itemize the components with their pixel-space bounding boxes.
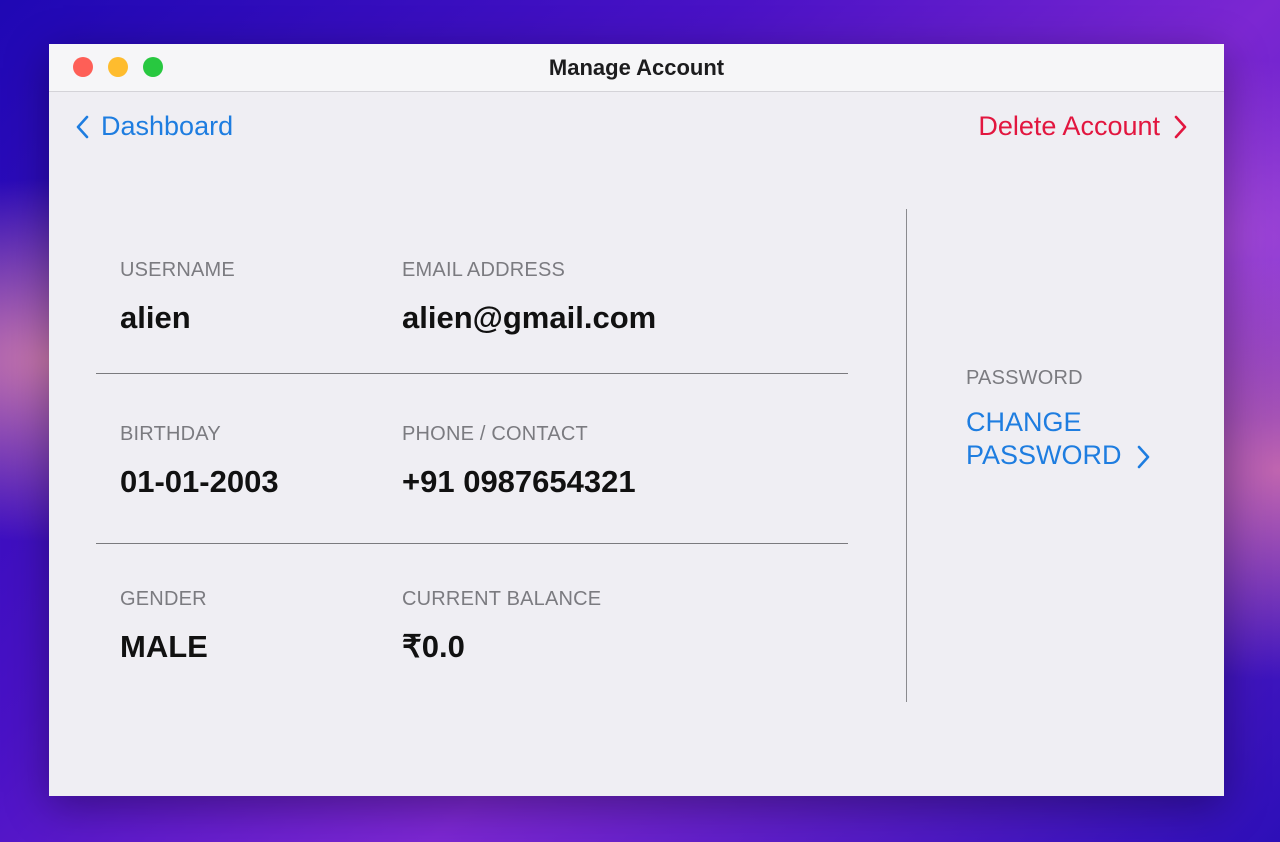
dashboard-back-button[interactable]: Dashboard (71, 111, 233, 142)
dashboard-back-label: Dashboard (101, 111, 234, 141)
email-label: EMAIL ADDRESS (402, 259, 566, 281)
email-value: alien@gmail.com (402, 300, 657, 335)
change-password-button[interactable]: CHANGE PASSWORD (966, 406, 1155, 472)
username-value: alien (120, 300, 191, 335)
balance-value: ₹0.0 (402, 629, 465, 664)
birthday-label: BIRTHDAY (120, 423, 221, 445)
title-bar[interactable]: Manage Account (49, 44, 1224, 92)
chevron-right-icon (1131, 443, 1155, 471)
birthday-value: 01-01-2003 (120, 464, 279, 499)
balance-label: CURRENT BALANCE (402, 588, 602, 610)
delete-account-button[interactable]: Delete Account (978, 111, 1192, 142)
change-password-line1: CHANGE (966, 407, 1082, 437)
chevron-right-icon (1168, 113, 1192, 141)
row-divider (96, 373, 848, 374)
manage-account-window: Manage Account Dashboard Delete Account … (49, 44, 1224, 796)
gender-value: MALE (120, 629, 208, 664)
phone-label: PHONE / CONTACT (402, 423, 588, 445)
change-password-line2: PASSWORD (966, 440, 1122, 470)
phone-value: +91 0987654321 (402, 464, 636, 499)
window-title: Manage Account (548, 55, 725, 80)
gender-label: GENDER (120, 588, 207, 610)
row-divider (96, 543, 848, 544)
column-divider (906, 209, 907, 702)
delete-account-label: Delete Account (978, 111, 1160, 141)
chevron-left-icon (71, 113, 95, 141)
username-label: USERNAME (120, 259, 235, 281)
password-label: PASSWORD (966, 367, 1083, 389)
